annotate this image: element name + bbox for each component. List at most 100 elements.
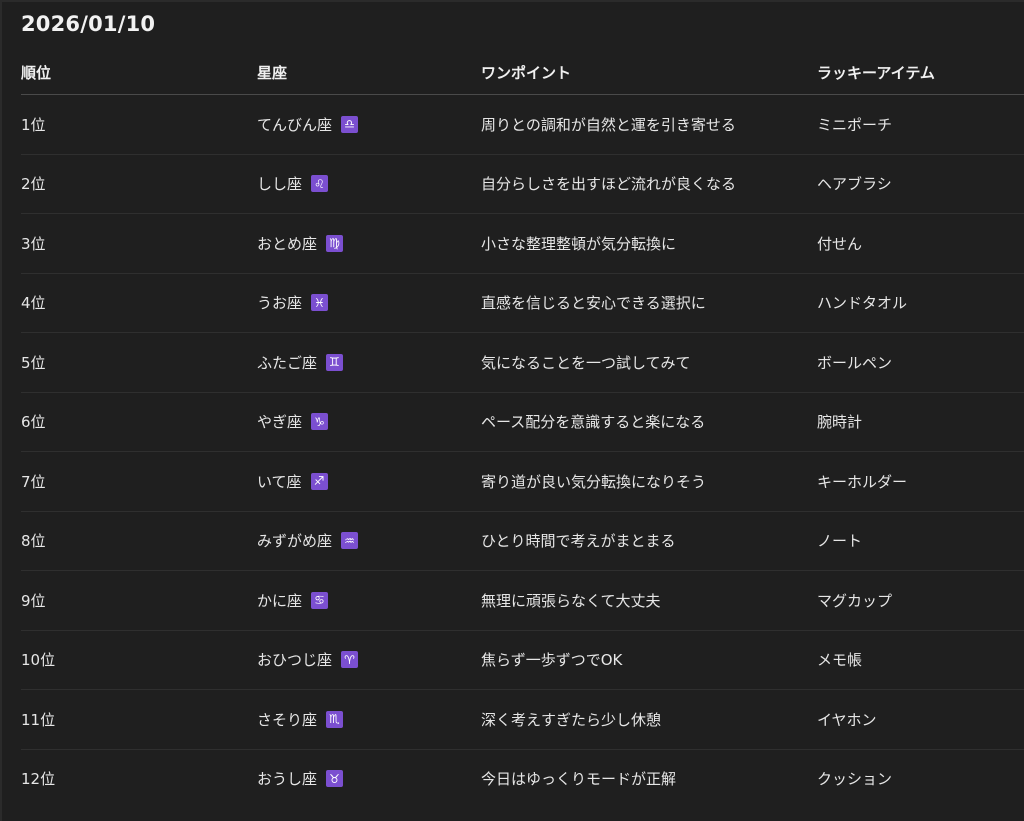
tip-cell: ペース配分を意識すると楽になる: [481, 392, 817, 452]
scorpio-icon: ♏: [326, 710, 344, 728]
virgo-icon: ♍: [326, 234, 344, 252]
table-row: 11位 さそり座 ♏ 深く考えすぎたら少し休憩 イヤホン: [21, 689, 1024, 750]
sign-cell: やぎ座 ♑: [257, 392, 481, 452]
sign-name: うお座: [257, 294, 303, 313]
table-row: 7位 いて座 ♐ 寄り道が良い気分転換になりそう キーホルダー: [21, 451, 1024, 512]
rank-cell: 11位: [21, 689, 257, 750]
sign-name: おとめ座: [257, 234, 318, 253]
rank-cell: 5位: [21, 332, 257, 393]
tip-cell: 深く考えすぎたら少し休憩: [481, 689, 817, 750]
rank-cell: 3位: [21, 213, 257, 274]
sign-cell: かに座 ♋: [257, 570, 481, 631]
sign-cell: おひつじ座 ♈: [257, 630, 481, 690]
table-body: 1位 てんびん座 ♎ 周りとの調和が自然と運を引き寄せる ミニポーチ 2位 しし座 ♌ 自分らし…: [21, 94, 1024, 809]
rank-cell: 12位: [21, 770, 56, 789]
sign-cell: しし座 ♌: [257, 154, 481, 214]
header-tip: ワンポイント: [481, 50, 817, 95]
sign-cell: さそり座 ♏: [257, 689, 481, 750]
rank-cell: 6位: [21, 392, 257, 452]
lucky-item-cell: イヤホン: [817, 689, 1024, 750]
tip-cell: 焦らず一歩ずつでOK: [481, 630, 817, 690]
lucky-item-cell: 付せん: [817, 213, 1024, 274]
sign-cell: いて座 ♐: [257, 451, 481, 512]
lucky-item-cell: ノート: [817, 511, 1024, 571]
sign-cell: おとめ座 ♍: [257, 213, 481, 274]
tip-cell: 無理に頑張らなくて大丈夫: [481, 570, 817, 631]
table-row: 6位 やぎ座 ♑ ペース配分を意識すると楽になる 腕時計: [21, 392, 1024, 452]
sign-wrapper: いて座 ♐: [257, 471, 328, 492]
tip-cell: ひとり時間で考えがまとまる: [481, 511, 817, 571]
lucky-item-cell: ミニポーチ: [817, 94, 1024, 155]
table-row: 5位 ふたご座 ♊ 気になることを一つ試してみて ボールペン: [21, 332, 1024, 393]
lucky-item-cell: 腕時計: [817, 392, 1024, 452]
cancer-icon: ♋: [311, 591, 329, 609]
aries-icon: ♈: [341, 651, 359, 669]
sagittarius-icon: ♐: [310, 472, 328, 490]
sign-name: いて座: [257, 472, 302, 491]
rank-cell: 1位: [21, 94, 257, 155]
lucky-item-cell: ボールペン: [817, 332, 1024, 393]
sign-cell: おうし座 ♉: [257, 749, 481, 808]
sign-wrapper: おとめ座 ♍: [257, 233, 344, 254]
rank-cell: 7位: [21, 451, 257, 512]
sign-name: おひつじ座: [257, 651, 333, 670]
leo-icon: ♌: [311, 175, 329, 193]
lucky-item-cell: ハンドタオル: [817, 273, 1024, 333]
libra-icon: ♎: [341, 115, 359, 133]
sign-wrapper: しし座 ♌: [257, 173, 329, 194]
rank-cell: 2位: [21, 154, 257, 214]
sign-wrapper: うお座 ♓: [257, 292, 329, 313]
tip-cell: 自分らしさを出すほど流れが良くなる: [481, 154, 817, 214]
sign-name: さそり座: [257, 710, 318, 729]
table-row: 1位 てんびん座 ♎ 周りとの調和が自然と運を引き寄せる ミニポーチ: [21, 94, 1024, 155]
aquarius-icon: ♒: [341, 532, 359, 550]
table-row: 3位 おとめ座 ♍ 小さな整理整頓が気分転換に 付せん: [21, 213, 1024, 274]
sign-wrapper: おひつじ座 ♈: [257, 649, 359, 670]
header-rank: 順位: [21, 50, 257, 95]
sign-name: しし座: [257, 175, 303, 194]
rank-cell: 10位: [21, 630, 257, 690]
taurus-icon: ♉: [326, 770, 344, 788]
sign-name: てんびん座: [257, 115, 333, 134]
sign-name: かに座: [257, 591, 303, 610]
sign-wrapper: さそり座 ♏: [257, 709, 344, 730]
header-sign: 星座: [257, 50, 481, 95]
sign-name: ふたご座: [257, 353, 318, 372]
horoscope-ranking-table: 順位 星座 ワンポイント ラッキーアイテム 1位 てんびん座 ♎ 周りとの調和が自然と…: [21, 50, 1024, 808]
capricorn-icon: ♑: [311, 413, 329, 431]
gemini-icon: ♊: [326, 353, 344, 371]
lucky-item-cell: メモ帳: [817, 630, 1024, 690]
tip-cell: 直感を信じると安心できる選択に: [481, 273, 817, 333]
sign-name: やぎ座: [257, 413, 303, 432]
sign-name: おうし座: [257, 770, 318, 789]
lucky-item-cell: クッション: [817, 770, 893, 789]
table-row: 2位 しし座 ♌ 自分らしさを出すほど流れが良くなる ヘアブラシ: [21, 154, 1024, 214]
table-row: 8位 みずがめ座 ♒ ひとり時間で考えがまとまる ノート: [21, 511, 1024, 571]
sign-cell: てんびん座 ♎: [257, 94, 481, 155]
rank-cell: 9位: [21, 570, 257, 631]
sign-wrapper: おうし座 ♉: [257, 768, 344, 789]
sign-wrapper: やぎ座 ♑: [257, 411, 329, 432]
lucky-item-cell: ヘアブラシ: [817, 154, 1024, 214]
lucky-item-cell: マグカップ: [817, 570, 1024, 631]
table-row: 12位 おうし座 ♉ 今日はゆっくりモードが正解 クッション: [21, 749, 1024, 808]
tip-cell: 小さな整理整頓が気分転換に: [481, 213, 817, 274]
rank-cell: 8位: [21, 511, 257, 571]
header-lucky-item: ラッキーアイテム: [817, 50, 1024, 95]
sign-wrapper: てんびん座 ♎: [257, 114, 359, 135]
tip-cell: 周りとの調和が自然と運を引き寄せる: [481, 94, 817, 155]
date-heading: 2026/01/10: [21, 12, 156, 36]
lucky-item-cell: キーホルダー: [817, 451, 1024, 512]
header-row: 順位 星座 ワンポイント ラッキーアイテム: [21, 50, 1024, 95]
tip-cell: 気になることを一つ試してみて: [481, 332, 817, 393]
sign-cell: みずがめ座 ♒: [257, 511, 481, 571]
table-header: 順位 星座 ワンポイント ラッキーアイテム: [21, 50, 1024, 95]
sign-cell: ふたご座 ♊: [257, 332, 481, 393]
table-row: 10位 おひつじ座 ♈ 焦らず一歩ずつでOK メモ帳: [21, 630, 1024, 690]
sign-cell: うお座 ♓: [257, 273, 481, 333]
pisces-icon: ♓: [311, 294, 329, 312]
sign-wrapper: かに座 ♋: [257, 590, 329, 611]
sign-wrapper: みずがめ座 ♒: [257, 530, 359, 551]
sign-wrapper: ふたご座 ♊: [257, 352, 344, 373]
table-row: 4位 うお座 ♓ 直感を信じると安心できる選択に ハンドタオル: [21, 273, 1024, 333]
